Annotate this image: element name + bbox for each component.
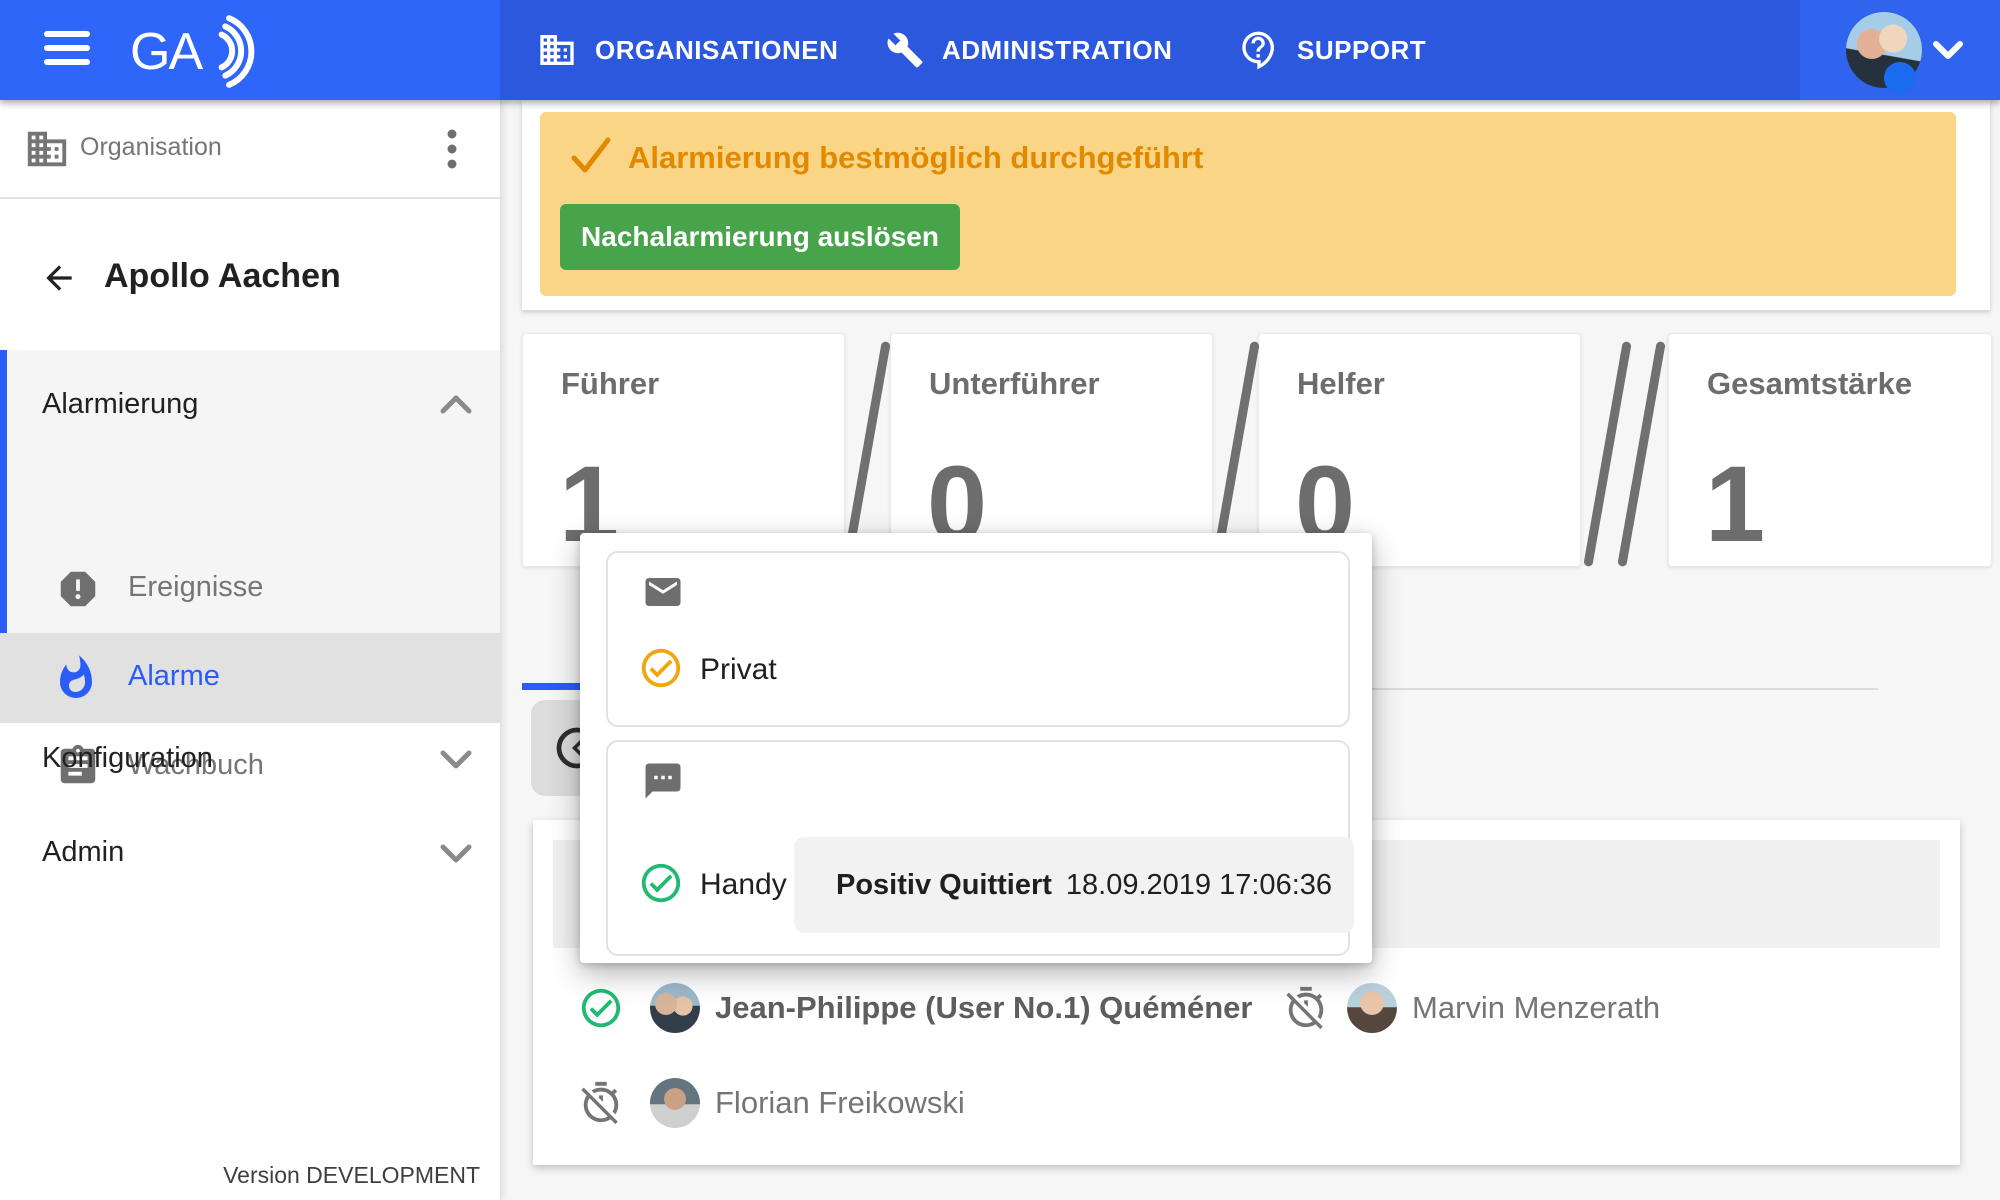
channel-status-popup: Privat Handy Positiv Quittiert 18.09.201… <box>580 533 1372 963</box>
check-circle-amber-icon <box>638 645 684 691</box>
back-arrow-icon[interactable] <box>40 259 78 297</box>
group-label: Admin <box>42 836 124 869</box>
wrench-icon <box>886 31 924 69</box>
group-label: Konfiguration <box>42 742 213 775</box>
chevron-down-icon <box>1932 40 1964 62</box>
avatar[interactable] <box>1347 983 1397 1033</box>
stat-label: Helfer <box>1297 366 1385 402</box>
nav-label: SUPPORT <box>1297 35 1426 66</box>
top-bar: GA ORGANISATIONEN ADMINISTRATION <box>0 0 2000 100</box>
app-logo[interactable]: GA <box>128 12 278 90</box>
channel-card-privat: Privat <box>606 551 1350 727</box>
recipient-name[interactable]: Marvin Menzerath <box>1412 990 1660 1026</box>
chevron-down-icon <box>438 842 474 866</box>
avatar[interactable] <box>650 983 700 1033</box>
help-bubble-icon <box>1239 30 1279 70</box>
building-icon <box>537 30 577 70</box>
sidebar-group-alarmierung: Alarmierung Ereignisse Alarme <box>0 350 500 710</box>
app-root: GA ORGANISATIONEN ADMINISTRATION <box>0 0 2000 1200</box>
recipient-name[interactable]: Jean-Philippe (User No.1) Quéméner <box>715 990 1252 1026</box>
sidebar-org-header: Organisation <box>0 100 500 198</box>
presence-badge <box>1884 62 1916 94</box>
chevron-up-icon <box>438 392 474 416</box>
sidebar-item-label: Ereignisse <box>128 571 263 604</box>
divider <box>0 197 500 199</box>
version-label: Version DEVELOPMENT <box>0 1162 480 1189</box>
signal-arcs-icon <box>222 18 252 85</box>
check-circle-green-icon <box>638 860 684 906</box>
mail-icon <box>642 571 684 613</box>
channel-name: Privat <box>700 653 777 687</box>
timer-off-icon <box>1283 985 1329 1031</box>
org-section-label: Organisation <box>80 133 222 162</box>
check-icon <box>568 134 614 176</box>
sidebar-item-label: Alarme <box>128 660 220 693</box>
stat-card-gesamtstaerke: Gesamtstärke 1 <box>1668 333 1992 567</box>
nav-label: ADMINISTRATION <box>942 35 1172 66</box>
stat-card-helfer: Helfer 0 <box>1258 333 1581 567</box>
check-circle-green-icon <box>578 985 624 1031</box>
sidebar-group-konfiguration[interactable]: Konfiguration <box>0 714 500 804</box>
chevron-down-icon <box>438 748 474 772</box>
sidebar-group-header-alarmierung[interactable]: Alarmierung <box>0 358 500 442</box>
group-label: Alarmierung <box>42 388 198 421</box>
sidebar-item-ereignisse[interactable]: Ereignisse <box>0 545 500 633</box>
building-icon <box>24 126 70 172</box>
sidebar-item-alarme[interactable]: Alarme <box>0 633 500 723</box>
stat-label: Gesamtstärke <box>1707 366 1912 402</box>
alert-message: Alarmierung bestmöglich durchgeführt <box>628 140 1203 176</box>
stat-label: Führer <box>561 366 659 402</box>
channel-card-handy: Handy Positiv Quittiert 18.09.2019 17:06… <box>606 740 1350 956</box>
menu-icon[interactable] <box>44 31 90 69</box>
org-name: Apollo Aachen <box>104 257 341 296</box>
report-octagon-icon <box>55 566 101 612</box>
re-alert-button[interactable]: Nachalarmierung auslösen <box>560 204 960 270</box>
flame-icon <box>52 654 100 702</box>
stat-card-unterfuehrer: Unterführer 0 <box>890 333 1213 567</box>
top-bar-left: GA <box>0 0 500 100</box>
account-menu-button[interactable] <box>1800 0 2000 100</box>
svg-text:GA: GA <box>130 23 203 81</box>
sidebar-group-admin[interactable]: Admin <box>0 808 500 898</box>
nav-organisationen[interactable]: ORGANISATIONEN <box>537 0 838 100</box>
sidebar: Organisation Apollo Aachen Alarmierung <box>0 100 500 1200</box>
nav-label: ORGANISATIONEN <box>595 35 838 66</box>
stat-value: 1 <box>1705 450 1765 558</box>
ack-status: Positiv Quittiert <box>836 869 1052 902</box>
alarm-status-card: Alarmierung bestmöglich durchgeführt Nac… <box>522 100 1990 310</box>
nav-support[interactable]: SUPPORT <box>1239 0 1426 100</box>
kebab-menu-icon[interactable] <box>445 126 459 172</box>
active-tab-underline <box>522 683 580 690</box>
channel-name: Handy <box>700 868 787 902</box>
timer-off-icon <box>578 1080 624 1126</box>
nav-administration[interactable]: ADMINISTRATION <box>886 0 1172 100</box>
recipient-name[interactable]: Florian Freikowski <box>715 1085 965 1121</box>
sms-bubble-icon <box>642 760 684 802</box>
alert-banner: Alarmierung bestmöglich durchgeführt Nac… <box>540 112 1956 296</box>
stat-label: Unterführer <box>929 366 1100 402</box>
ack-timestamp: 18.09.2019 17:06:36 <box>1066 869 1332 902</box>
acknowledgement-pill: Positiv Quittiert 18.09.2019 17:06:36 <box>794 837 1354 933</box>
avatar[interactable] <box>650 1078 700 1128</box>
stat-card-fuehrer: Führer 1 <box>522 333 845 567</box>
